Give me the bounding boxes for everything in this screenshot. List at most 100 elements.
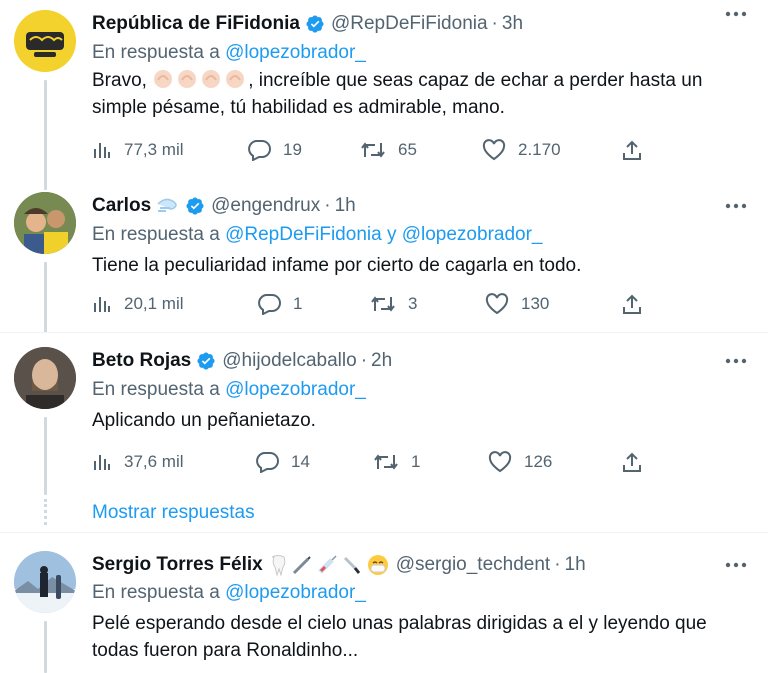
author-handle[interactable]: @engendrux	[211, 195, 320, 217]
retweet-action[interactable]: 3	[370, 291, 417, 317]
timestamp[interactable]: 1h	[335, 195, 356, 217]
retweets-count: 1	[411, 452, 421, 471]
share-icon	[623, 294, 641, 314]
author-handle[interactable]: @RepDeFiFidonia	[331, 13, 488, 35]
author-handle[interactable]: @sergio_techdent	[396, 554, 551, 576]
views-count: 77,3 mil	[124, 140, 184, 159]
reply-user-link[interactable]: @lopezobrador_	[225, 582, 366, 603]
reply-user-link[interactable]: @lopezobrador_	[225, 42, 366, 63]
verified-badge-icon	[305, 14, 325, 34]
verified-badge-icon	[185, 196, 205, 216]
like-action[interactable]: 130	[485, 291, 549, 317]
retweets-count: 3	[408, 294, 418, 313]
reply-action[interactable]: 14	[255, 449, 310, 475]
heart-icon	[482, 139, 506, 161]
more-options-icon[interactable]	[724, 349, 748, 373]
avatar-sergio-torres[interactable]	[14, 551, 76, 613]
tweet-text: Bravo, , increíble que seas capaz de ech…	[92, 67, 742, 121]
more-options-icon[interactable]	[724, 553, 748, 577]
clapping-hands-icon	[226, 70, 245, 88]
tweet-header: Carlos @engendrux · 1h	[92, 192, 356, 220]
separator-dot: ·	[360, 350, 368, 371]
retweet-icon	[371, 296, 395, 312]
like-action[interactable]: 2.170	[482, 137, 561, 163]
timestamp[interactable]: 2h	[371, 350, 392, 372]
reply-user-link[interactable]: @lopezobrador_	[225, 379, 366, 400]
likes-count: 2.170	[518, 140, 561, 159]
syringe-emoji-icon	[316, 554, 338, 576]
share-action[interactable]	[622, 137, 654, 163]
share-icon	[623, 452, 641, 472]
thread-dots	[44, 499, 47, 525]
separator-dot: ·	[324, 195, 331, 216]
retweets-count: 65	[398, 140, 417, 159]
views-icon	[94, 143, 110, 158]
scalpel-emoji-icon	[341, 554, 363, 576]
author-handle[interactable]: @hijodelcaballo	[222, 350, 356, 372]
views-action[interactable]: 77,3 mil	[92, 137, 184, 163]
thread-line	[44, 262, 47, 333]
action-bar: 20,1 mil 1 3 130	[92, 291, 652, 317]
tweet-text: Tiene la peculiaridad infame por cierto …	[92, 255, 582, 276]
tweet-3[interactable]: Beto Rojas @hijodelcaballo · 2h En respu…	[0, 333, 768, 533]
author-name[interactable]: Carlos	[92, 195, 151, 217]
author-name[interactable]: República de FiFidonia	[92, 13, 300, 35]
retweet-icon	[361, 142, 385, 158]
tweet-2[interactable]: Carlos @engendrux · 1h En respuesta a @R…	[0, 178, 768, 333]
reply-user-link[interactable]: @RepDeFiFidonia y @lopezobrador_	[225, 224, 542, 245]
timestamp[interactable]: 3h	[502, 13, 523, 35]
share-action[interactable]	[622, 291, 654, 317]
clapping-hands-icon	[154, 70, 173, 88]
action-bar: 77,3 mil 19 65 2.170	[92, 137, 652, 163]
likes-count: 126	[524, 452, 553, 471]
replies-count: 1	[293, 294, 303, 313]
retweet-action[interactable]: 65	[360, 137, 417, 163]
reply-icon	[256, 452, 279, 473]
thread-line	[44, 417, 47, 495]
views-action[interactable]: 20,1 mil	[92, 291, 184, 317]
reply-action[interactable]: 1	[257, 291, 302, 317]
photo-avatar-icon	[14, 551, 76, 613]
views-icon	[94, 297, 110, 312]
retweet-icon	[374, 454, 398, 470]
views-count: 37,6 mil	[124, 452, 184, 471]
tweet-text-start: Bravo,	[92, 70, 153, 91]
more-options-icon[interactable]	[724, 2, 748, 26]
tweet-text: Aplicando un peñanietazo.	[92, 410, 316, 431]
thread-line	[44, 621, 47, 673]
tweet-text: Pelé esperando desde el cielo unas palab…	[92, 613, 707, 661]
verified-badge-icon	[196, 351, 216, 371]
tweet-header: Sergio Torres Félix @sergio_techdent · 1…	[92, 551, 586, 579]
reply-context: En respuesta a @lopezobrador_	[92, 42, 366, 64]
mask-face-emoji-icon	[366, 553, 390, 577]
more-options-icon[interactable]	[724, 194, 748, 218]
retweet-action[interactable]: 1	[373, 449, 420, 475]
avatar-republica[interactable]	[14, 10, 76, 72]
replies-count: 14	[291, 452, 310, 471]
thread-line	[44, 178, 47, 190]
heart-icon	[488, 451, 512, 473]
views-action[interactable]: 37,6 mil	[92, 449, 184, 475]
like-action[interactable]: 126	[488, 449, 552, 475]
tweet-4[interactable]: Sergio Torres Félix @sergio_techdent · 1…	[0, 533, 768, 673]
reply-prefix: En respuesta a	[92, 379, 220, 400]
timestamp[interactable]: 1h	[565, 554, 586, 576]
reply-action[interactable]: 19	[247, 137, 302, 163]
share-action[interactable]	[622, 449, 654, 475]
avatar-beto-rojas[interactable]	[14, 347, 76, 409]
reply-icon	[258, 294, 281, 315]
author-name[interactable]: Beto Rojas	[92, 350, 191, 372]
clapping-hands-icon	[178, 70, 197, 88]
dash-emoji-icon	[156, 196, 180, 216]
tweet-1[interactable]: República de FiFidonia @RepDeFiFidonia ·…	[0, 0, 768, 180]
author-name[interactable]: Sergio Torres Félix	[92, 554, 263, 576]
avatar-carlos[interactable]	[14, 192, 76, 254]
photo-avatar-icon	[14, 347, 76, 409]
separator-dot: ·	[491, 13, 498, 34]
reply-context: En respuesta a @lopezobrador_	[92, 582, 366, 604]
reply-prefix: En respuesta a	[92, 224, 220, 245]
share-icon	[623, 140, 641, 160]
tweet-header: República de FiFidonia @RepDeFiFidonia ·…	[92, 10, 523, 38]
show-replies-link[interactable]: Mostrar respuestas	[92, 502, 255, 524]
likes-count: 130	[521, 294, 550, 313]
